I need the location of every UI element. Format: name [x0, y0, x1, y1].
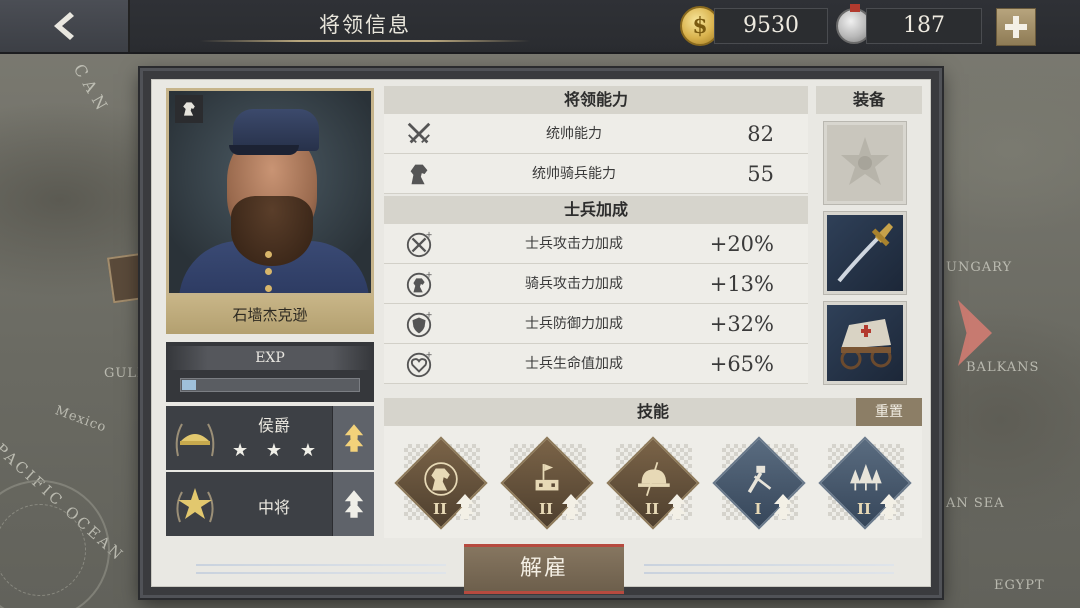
medal-amount: 187 — [866, 8, 982, 44]
skill-upgrade-arrow-icon — [880, 494, 898, 519]
crossed-swords-icon — [404, 119, 434, 149]
general-info-panel: 石墙杰克逊 EXP 侯爵 ★ ★ ★ 中将 将领能力 统帅能力 82 统帅骑兵能… — [140, 68, 942, 598]
ability-label: 统帅能力 — [546, 126, 602, 142]
ability-value: 82 — [747, 122, 774, 146]
exp-panel: EXP — [166, 342, 374, 402]
star-icon: ★ — [299, 440, 316, 461]
star-icon: ★ — [265, 440, 283, 461]
title-underline — [200, 40, 530, 42]
ambulance-wagon-icon — [840, 319, 892, 370]
bonus-row-cavalry-attack: + 骑兵攻击力加成 +13% — [384, 264, 808, 304]
page-title: 将领信息 — [319, 13, 411, 37]
saber-icon — [837, 223, 893, 283]
decorative-lines-right — [644, 564, 894, 576]
cavalry-plus-icon: + — [404, 269, 434, 299]
dismiss-general-button[interactable]: 解雇 — [464, 544, 624, 594]
panel-content: 石墙杰克逊 EXP 侯爵 ★ ★ ★ 中将 将领能力 统帅能力 82 统帅骑兵能… — [151, 79, 931, 594]
bonus-value: +65% — [709, 352, 774, 376]
bonus-label: 士兵生命值加成 — [525, 356, 623, 372]
gold-amount: 9530 — [714, 8, 828, 44]
bonus-label: 士兵攻击力加成 — [525, 236, 623, 252]
general-portrait — [166, 88, 374, 296]
bonus-label: 士兵防御力加成 — [525, 316, 623, 332]
back-button[interactable] — [0, 0, 130, 52]
top-bar: 将领信息 $ 9530 187 — [0, 0, 1080, 54]
star-icon: ★ — [232, 440, 249, 461]
medal-slot-icon — [841, 137, 889, 185]
nobility-title: 侯爵 — [257, 416, 290, 435]
attack-plus-icon: + — [404, 229, 434, 259]
upgrade-nobility-button[interactable] — [332, 406, 374, 470]
exp-progress-fill — [182, 380, 197, 390]
map-label-sea: AN SEA — [946, 496, 1005, 511]
skill-slot-cavalry[interactable]: II — [394, 436, 488, 532]
abilities-header: 将领能力 — [384, 86, 808, 114]
bonus-row-attack: + 士兵攻击力加成 +20% — [384, 224, 808, 264]
bonus-label: 骑兵攻击力加成 — [525, 276, 623, 292]
military-rank-row: 中将 — [166, 472, 374, 536]
double-up-arrow-icon — [344, 424, 363, 452]
nobility-rank-row: 侯爵 ★ ★ ★ — [166, 406, 374, 470]
bonuses-header: 士兵加成 — [384, 196, 808, 224]
decorative-lines-left — [196, 564, 446, 576]
skills-header: 技能 — [384, 398, 922, 426]
ability-row-command: 统帅能力 82 — [384, 114, 808, 154]
equipment-slot-medal[interactable] — [823, 121, 907, 205]
bonus-row-defense: + 士兵防御力加成 +32% — [384, 304, 808, 344]
reset-skills-button[interactable]: 重置 — [856, 398, 922, 426]
ability-row-cavalry-command: 统帅骑兵能力 55 — [384, 154, 808, 194]
ability-label: 统帅骑兵能力 — [532, 166, 616, 182]
svg-text:+: + — [426, 270, 433, 279]
equipment-header: 装备 — [816, 86, 922, 114]
nobility-stars: ★ ★ ★ — [232, 442, 316, 460]
bonus-value: +13% — [709, 272, 774, 296]
skills-area: II II II I II — [384, 426, 922, 538]
military-rank: 中将 — [257, 498, 290, 517]
rank-star-wreath-icon — [172, 478, 218, 530]
exp-label: EXP — [166, 346, 374, 370]
bonus-value: +32% — [709, 312, 774, 336]
heart-plus-icon: + — [404, 349, 434, 379]
promote-rank-button[interactable] — [332, 472, 374, 536]
bicorne-hat-icon — [172, 412, 218, 464]
add-currency-button[interactable] — [996, 8, 1036, 46]
map-label-hungary: UNGARY — [946, 260, 1013, 275]
skill-slot-fortress[interactable]: II — [500, 436, 594, 532]
shield-plus-icon: + — [404, 309, 434, 339]
skill-slot-infantry[interactable]: II — [606, 436, 700, 532]
skill-upgrade-arrow-icon — [774, 494, 792, 519]
svg-text:+: + — [426, 230, 433, 239]
chevron-left-icon — [54, 12, 74, 40]
plus-icon — [1005, 16, 1027, 38]
equipment-slot-support[interactable] — [823, 301, 907, 385]
skill-slot-engineering[interactable]: I — [712, 436, 806, 532]
svg-text:+: + — [426, 350, 433, 359]
bonus-row-health: + 士兵生命值加成 +65% — [384, 344, 808, 384]
map-label-egypt: EGYPT — [994, 578, 1045, 593]
skill-slot-forest[interactable]: II — [818, 436, 912, 532]
cavalry-type-icon — [175, 95, 203, 123]
map-label-balkans: BALKANS — [966, 360, 1040, 375]
equipment-slot-weapon[interactable] — [823, 211, 907, 295]
skill-upgrade-arrow-icon — [456, 494, 474, 519]
page-title-wrap: 将领信息 — [200, 0, 530, 52]
general-name: 石墙杰克逊 — [166, 296, 374, 334]
up-arrow-icon — [344, 490, 363, 518]
horse-head-icon — [404, 159, 434, 189]
ability-value: 55 — [747, 162, 774, 186]
exp-progress-bar — [180, 378, 360, 392]
bonus-value: +20% — [709, 232, 774, 256]
skill-upgrade-arrow-icon — [668, 494, 686, 519]
skill-upgrade-arrow-icon — [562, 494, 580, 519]
svg-text:+: + — [426, 310, 433, 319]
